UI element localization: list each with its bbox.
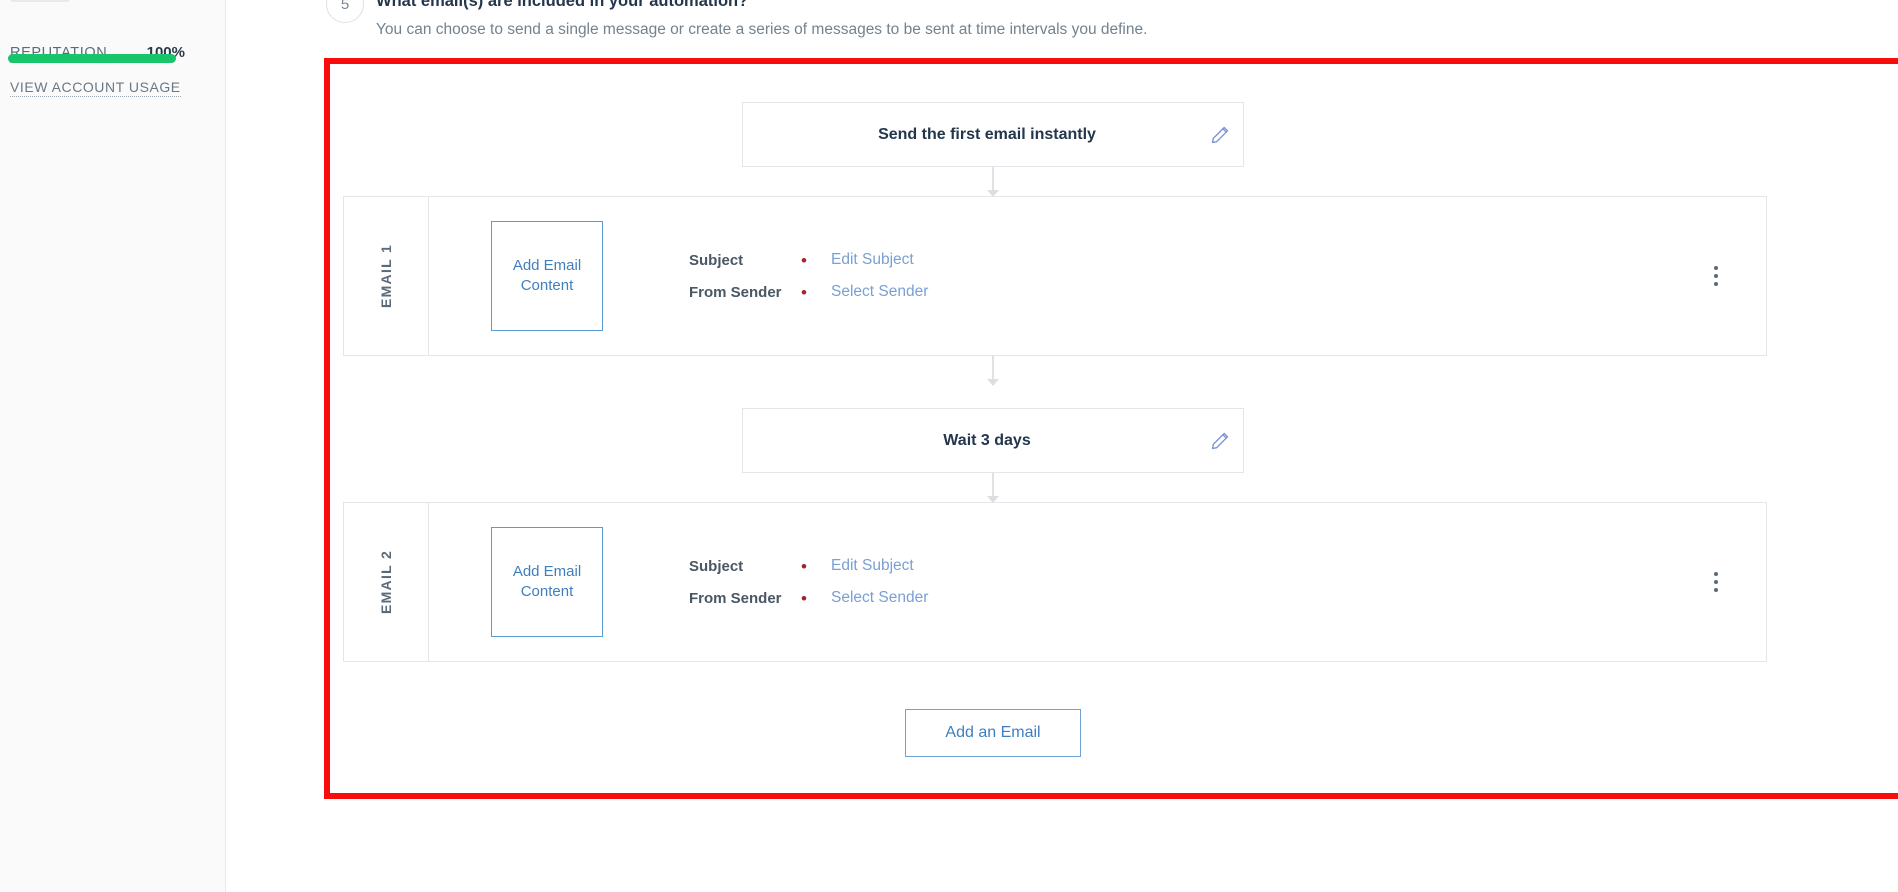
flow-node-send-instantly[interactable]: Send the first email instantly (742, 102, 1244, 167)
field-label-from-sender: From Sender (689, 589, 782, 607)
reputation-progress-fill (8, 54, 176, 63)
field-label-subject: Subject (689, 557, 744, 575)
kebab-dot (1714, 580, 1718, 584)
pencil-icon[interactable] (1197, 431, 1243, 451)
automation-flow: Send the first email instantly EMAIL 1 A… (330, 64, 1898, 793)
select-sender-link-1[interactable]: Select Sender (831, 283, 928, 301)
kebab-dot (1714, 266, 1718, 270)
edit-subject-link-1[interactable]: Edit Subject (831, 251, 928, 269)
page-title: What email(s) are included in your autom… (376, 0, 749, 10)
add-an-email-button[interactable]: Add an Email (905, 709, 1081, 757)
email-row-1: EMAIL 1 Add Email Content Subject • Edit… (343, 196, 1767, 356)
add-content-line-1: Add Email (512, 256, 582, 274)
email-fields-2: Subject • Edit Subject From Sender • Sel… (689, 557, 928, 607)
add-content-line-1: Add Email (512, 562, 582, 580)
view-account-usage-link[interactable]: VIEW ACCOUNT USAGE (10, 79, 181, 97)
flow-node-title: Wait 3 days (943, 431, 1031, 449)
field-label-from-sender: From Sender (689, 283, 782, 301)
required-marker-subject: • (801, 556, 807, 576)
add-content-line-2: Content (520, 277, 574, 294)
kebab-menu-icon[interactable] (1714, 266, 1718, 286)
page-description: You can choose to send a single message … (376, 21, 1148, 38)
step-number-badge: 5 (326, 0, 364, 23)
page-root: REPUTATION 100% VIEW ACCOUNT USAGE 5 Wha… (0, 0, 1898, 892)
add-email-content-button-2[interactable]: Add Email Content (491, 527, 603, 637)
email-tab-1: EMAIL 1 (344, 197, 429, 355)
required-marker-subject: • (801, 250, 807, 270)
add-email-content-button-1[interactable]: Add Email Content (491, 221, 603, 331)
kebab-dot (1714, 572, 1718, 576)
add-content-line-2: Content (520, 583, 574, 600)
flow-node-title: Send the first email instantly (878, 125, 1096, 143)
edit-subject-link-2[interactable]: Edit Subject (831, 557, 928, 575)
kebab-dot (1714, 274, 1718, 278)
email-body-2: Add Email Content Subject • Edit Subject… (429, 503, 1766, 661)
required-marker-from-sender: • (801, 588, 807, 608)
kebab-dot (1714, 282, 1718, 286)
flow-connector-3 (987, 473, 999, 503)
main-content: 5 What email(s) are included in your aut… (226, 0, 1898, 892)
email-tab-2: EMAIL 2 (344, 503, 429, 661)
reputation-progress-track (8, 54, 176, 63)
email-tab-label: EMAIL 1 (377, 243, 394, 309)
email-fields-1: Subject • Edit Subject From Sender • Sel… (689, 251, 928, 301)
field-label-subject: Subject (689, 251, 744, 269)
kebab-dot (1714, 588, 1718, 592)
flow-node-wait[interactable]: Wait 3 days (742, 408, 1244, 473)
email-body-1: Add Email Content Subject • Edit Subject… (429, 197, 1766, 355)
flow-connector-1 (987, 167, 999, 197)
sidebar-partial-item (10, 0, 70, 2)
required-marker-from-sender: • (801, 282, 807, 302)
flow-connector-2 (987, 356, 999, 386)
highlight-region: Send the first email instantly EMAIL 1 A… (324, 58, 1898, 799)
kebab-menu-icon[interactable] (1714, 572, 1718, 592)
select-sender-link-2[interactable]: Select Sender (831, 589, 928, 607)
pencil-icon[interactable] (1197, 125, 1243, 145)
sidebar: REPUTATION 100% VIEW ACCOUNT USAGE (0, 0, 226, 892)
email-row-2: EMAIL 2 Add Email Content Subject • Edit… (343, 502, 1767, 662)
email-tab-label: EMAIL 2 (377, 549, 394, 615)
